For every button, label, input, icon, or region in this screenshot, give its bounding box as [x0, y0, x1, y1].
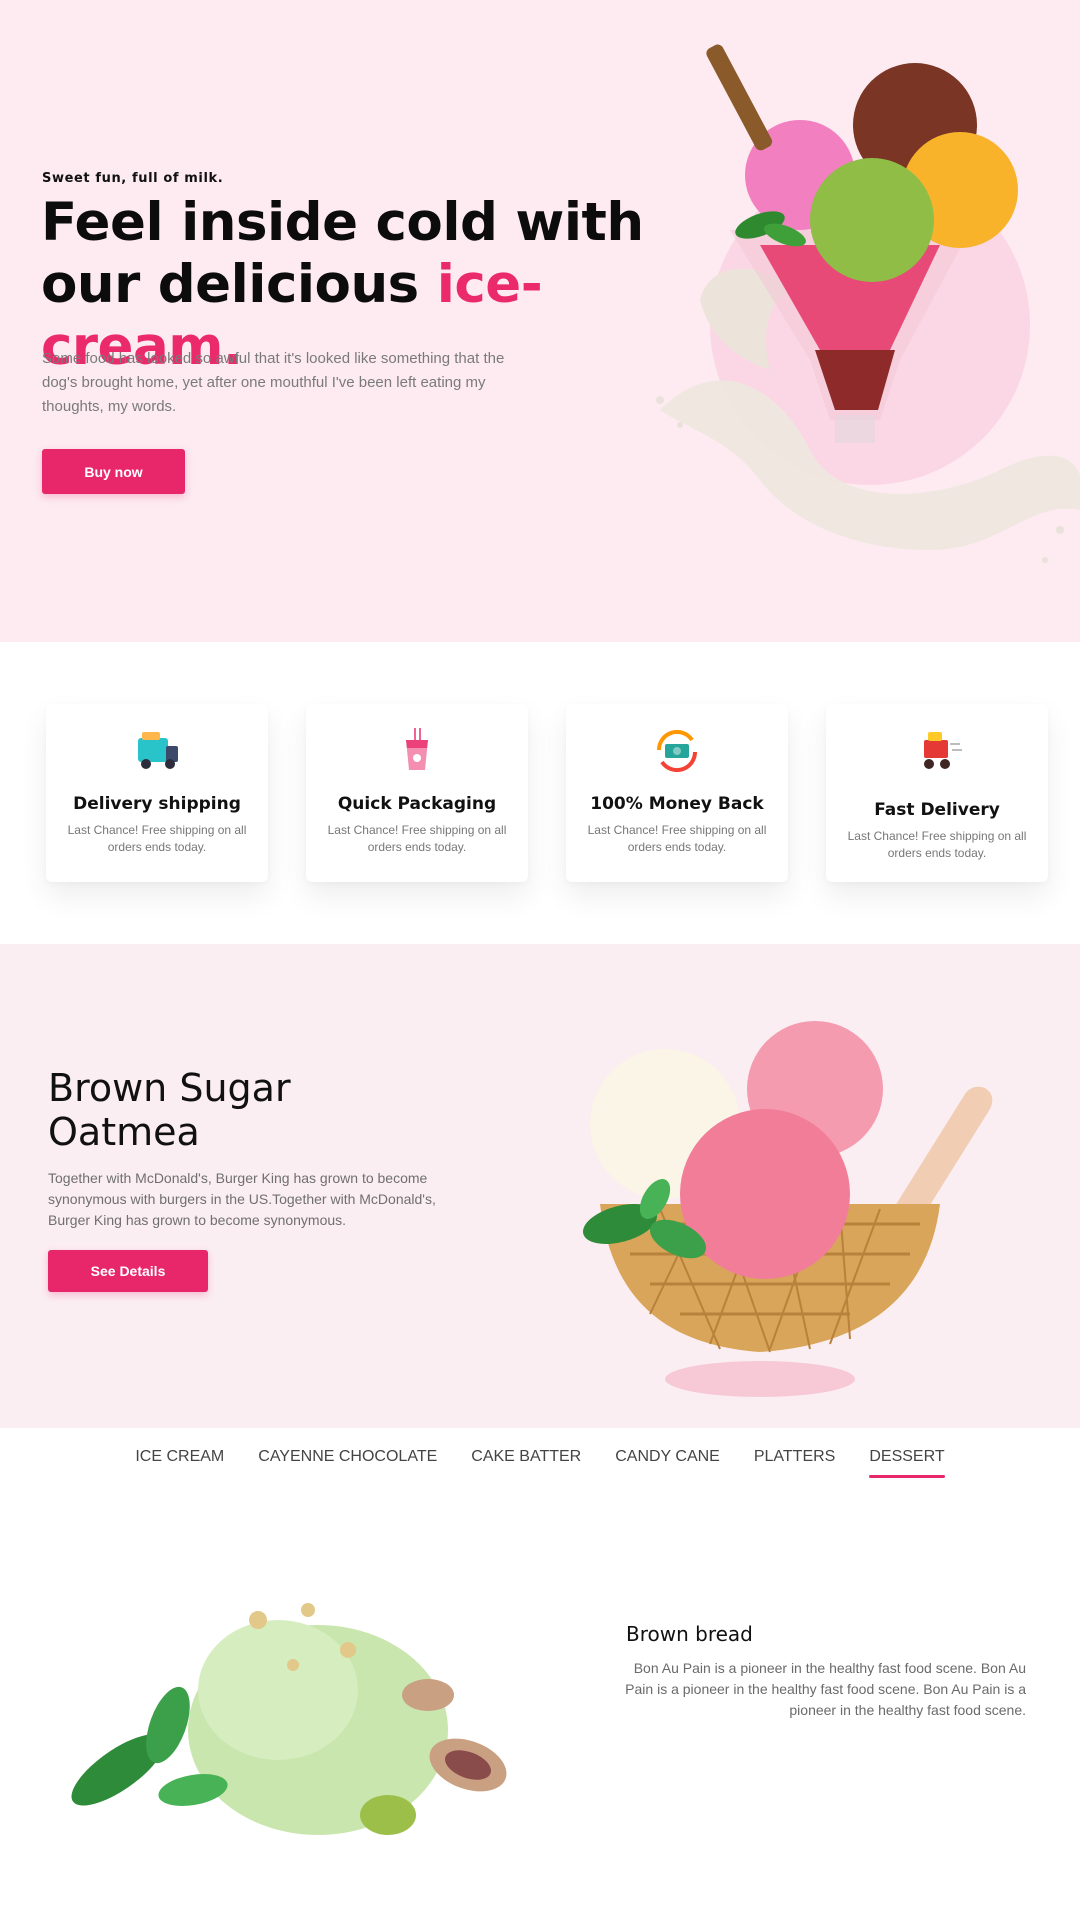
- feature-card-quick-packaging: Quick Packaging Last Chance! Free shippi…: [306, 704, 528, 882]
- hero-description: Some food has looked so awful that it's …: [42, 350, 505, 415]
- feature-description: Last Chance! Free shipping on all orders…: [587, 823, 767, 854]
- product-title: Brown bread: [626, 1622, 753, 1646]
- feature-description: Last Chance! Free shipping on all orders…: [67, 823, 247, 854]
- ice-cream-sundae-splash-image: [656, 44, 1080, 563]
- see-details-button[interactable]: See Details: [48, 1250, 208, 1292]
- drink-cup-icon: [406, 728, 428, 770]
- category-tabs: ICE CREAM CAYENNE CHOCOLATE CAKE BATTER …: [0, 1428, 1080, 1498]
- money-refresh-icon: [656, 729, 698, 773]
- promo-title-line1: Brown Sugar: [48, 1066, 291, 1110]
- ice-cream-waffle-bowl-image: [583, 1021, 993, 1397]
- promo-description: Together with McDonald's, Burger King ha…: [48, 1170, 436, 1228]
- feature-title: Quick Packaging: [337, 794, 497, 814]
- tab-candy-cane[interactable]: CANDY CANE: [598, 1428, 737, 1476]
- hero-section: Sweet fun, full of milk. Feel inside col…: [0, 0, 1080, 642]
- hero-title-line1: Feel inside cold with: [41, 192, 644, 253]
- product-description: Bon Au Pain is a pioneer in the healthy …: [625, 1660, 1026, 1718]
- feature-card-delivery-shipping: Delivery shipping Last Chance! Free ship…: [46, 704, 268, 882]
- feature-title: 100% Money Back: [590, 794, 764, 814]
- delivery-cart-icon: [924, 732, 962, 769]
- delivery-truck-icon: [138, 732, 178, 769]
- hero-title-line2: our delicious: [41, 254, 437, 315]
- tab-platters[interactable]: PLATTERS: [737, 1428, 853, 1476]
- tab-cake-batter[interactable]: CAKE BATTER: [454, 1428, 598, 1476]
- tab-ice-cream[interactable]: ICE CREAM: [118, 1428, 241, 1476]
- feature-title: Delivery shipping: [73, 794, 241, 814]
- feature-card-fast-delivery: Fast Delivery Last Chance! Free shipping…: [826, 704, 1048, 882]
- feature-title: Fast Delivery: [874, 800, 1000, 820]
- tab-cayenne-chocolate[interactable]: CAYENNE CHOCOLATE: [241, 1428, 454, 1476]
- promo-section: Brown Sugar Oatmea Together with McDonal…: [0, 944, 1080, 1428]
- product-section: Brown bread Bon Au Pain is a pioneer in …: [0, 1500, 1080, 1920]
- feature-description: Last Chance! Free shipping on all orders…: [327, 823, 507, 854]
- pistachio-ice-cream-image: [71, 1603, 507, 1835]
- tab-dessert[interactable]: DESSERT: [852, 1428, 961, 1478]
- promo-title: Brown Sugar Oatmea: [48, 1066, 348, 1154]
- promo-title-line2: Oatmea: [48, 1110, 200, 1154]
- buy-now-button[interactable]: Buy now: [42, 449, 185, 494]
- features-section: Delivery shipping Last Chance! Free ship…: [0, 642, 1080, 944]
- feature-description: Last Chance! Free shipping on all orders…: [847, 829, 1027, 860]
- feature-card-money-back: 100% Money Back Last Chance! Free shippi…: [566, 704, 788, 882]
- hero-kicker: Sweet fun, full of milk.: [42, 171, 224, 186]
